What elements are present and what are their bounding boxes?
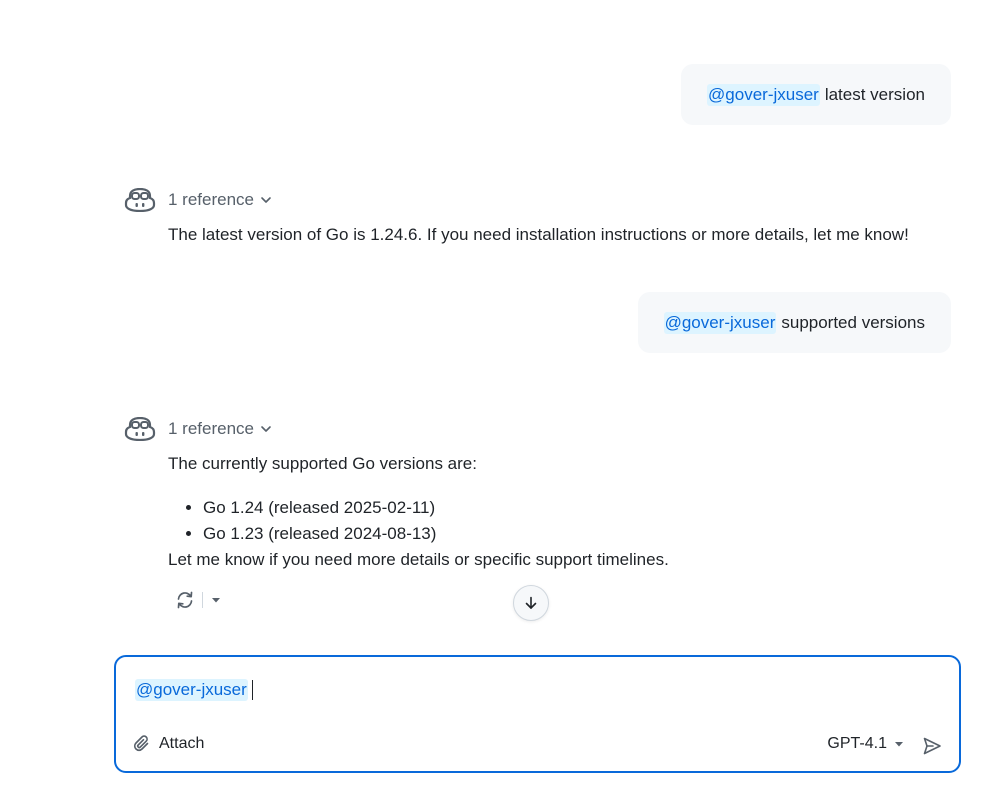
references-label: 1 reference [168, 419, 254, 438]
divider [202, 592, 203, 608]
attach-button[interactable]: Attach [133, 735, 204, 753]
list-item: Go 1.23 (released 2024-08-13) [203, 521, 436, 547]
text-caret [251, 680, 253, 700]
copilot-icon [124, 188, 156, 212]
versions-list: Go 1.24 (released 2025-02-11) Go 1.23 (r… [168, 495, 436, 547]
user-mention[interactable]: @gover-jxuser [707, 83, 820, 106]
references-label: 1 reference [168, 190, 254, 209]
user-message-text: latest version [824, 84, 925, 104]
user-message-text: supported versions [781, 312, 925, 332]
chevron-down-icon [261, 426, 271, 432]
chat-composer[interactable]: @gover-jxuser Attach GPT-4.1 [114, 655, 961, 773]
paperclip-icon [133, 735, 149, 752]
message-actions [174, 588, 223, 612]
send-button[interactable] [921, 735, 943, 757]
references-toggle[interactable]: 1 reference [168, 188, 272, 212]
model-picker[interactable]: GPT-4.1 [827, 735, 905, 753]
sync-icon[interactable] [174, 589, 196, 611]
paper-airplane-icon [923, 737, 941, 755]
triangle-down-icon[interactable] [209, 593, 223, 607]
user-message: @gover-jxuser supported versions [637, 292, 951, 353]
attach-label: Attach [159, 735, 205, 752]
user-mention[interactable]: @gover-jxuser [663, 311, 777, 334]
composer-mention: @gover-jxuser [135, 679, 248, 701]
triangle-down-icon [895, 742, 903, 747]
chevron-down-icon [261, 197, 271, 203]
assistant-outro-text: Let me know if you need more details or … [168, 550, 669, 569]
references-toggle[interactable]: 1 reference [168, 417, 272, 441]
assistant-message-text: The latest version of Go is 1.24.6. If y… [168, 225, 909, 244]
assistant-intro-text: The currently supported Go versions are: [168, 454, 477, 473]
model-label: GPT-4.1 [827, 735, 887, 752]
arrow-down-icon [525, 596, 537, 609]
user-message: @gover-jxuser latest version [681, 64, 951, 125]
scroll-to-bottom-button[interactable] [513, 585, 549, 621]
copilot-icon [124, 417, 156, 441]
message-input[interactable]: @gover-jxuser [135, 679, 253, 701]
chat-page: @gover-jxuser latest version 1 reference… [0, 0, 1006, 787]
list-item: Go 1.24 (released 2025-02-11) [203, 495, 436, 521]
